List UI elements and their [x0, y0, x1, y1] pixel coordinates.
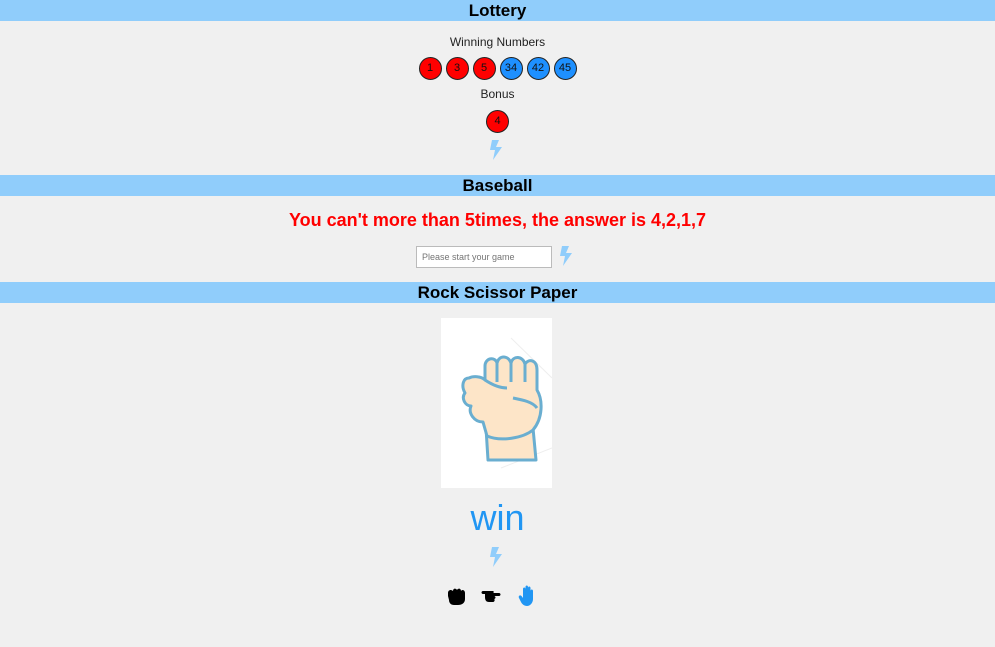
bonus-label: Bonus [480, 87, 515, 101]
lightning-bolt-icon[interactable] [489, 547, 503, 567]
baseball-input[interactable] [416, 246, 552, 268]
winning-ball: 5 [472, 57, 496, 80]
bonus-numbers: 4 [0, 110, 995, 133]
baseball-section: You can't more than 5times, the answer i… [0, 196, 995, 282]
rock-icon[interactable] [445, 585, 467, 607]
lightning-bolt-icon[interactable] [489, 140, 503, 160]
lottery-section: Winning Numbers 1 3 5 34 42 45 Bonus 4 [0, 21, 995, 175]
winning-ball: 34 [499, 57, 523, 80]
lightning-bolt-icon[interactable] [559, 246, 573, 266]
winning-ball: 1 [418, 57, 442, 80]
winning-numbers: 1 3 5 34 42 45 [0, 57, 995, 80]
baseball-header: Baseball [0, 175, 995, 196]
rsp-choices [445, 585, 539, 607]
paper-icon[interactable] [517, 585, 539, 607]
lottery-title: Lottery [468, 1, 527, 20]
bonus-ball: 4 [486, 110, 509, 133]
lottery-header: Lottery [0, 0, 995, 21]
rsp-title: Rock Scissor Paper [417, 283, 578, 302]
baseball-message: You can't more than 5times, the answer i… [288, 210, 707, 230]
winning-ball: 42 [526, 57, 550, 80]
fist-hand-icon [441, 318, 553, 488]
winning-ball: 45 [553, 57, 577, 80]
scissors-icon[interactable] [481, 585, 503, 607]
baseball-title: Baseball [462, 176, 533, 195]
rsp-section: win [0, 303, 995, 647]
winning-numbers-label: Winning Numbers [449, 35, 546, 49]
winning-ball: 3 [445, 57, 469, 80]
rsp-header: Rock Scissor Paper [0, 282, 995, 303]
rsp-result: win [470, 497, 525, 538]
